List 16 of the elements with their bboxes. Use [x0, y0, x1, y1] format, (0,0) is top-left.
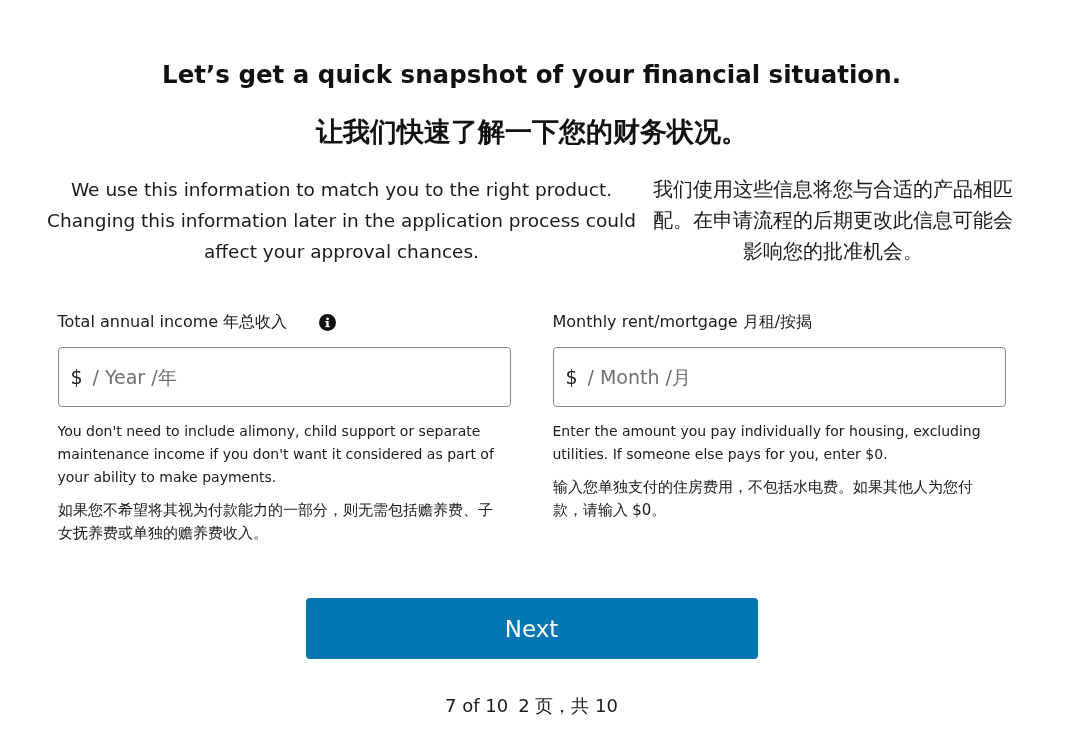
step-counter: 2 页，共 10 — [518, 694, 618, 718]
step-counter: 7 of 10 — [445, 694, 509, 718]
help-text: You don't need to include alimony, child support or separate maintenance income if you don't want it considered as part of your ability to make payments. — [57, 422, 496, 487]
field-label: Total annual income 年总收入 — [57, 311, 288, 333]
page-title: Let’s get a quick snapshot of your financial situation. — [162, 59, 901, 91]
page-title-translation: 让我们快速了解一下您的财务状况。 — [315, 115, 748, 149]
field-label: Monthly rent/mortgage 月租/按揭 — [552, 311, 813, 333]
intro-text: We use this information to match you to the right product. Changing this information later in the application process could affect your approval chances. — [46, 178, 637, 264]
help-text: 如果您不希望将其视为付款能力的一部分，则无需包括赡养费、子女抚养费或单独的赡养费收入。 — [57, 500, 494, 544]
help-text: Enter the amount you pay individually for housing, excluding utilities. If someone else pays for you, enter $0. — [552, 422, 982, 464]
info-icon[interactable] — [319, 313, 337, 331]
help-text: 输入您单独支付的住房费用，不包括水电费。如果其他人为您付款，请输入 $0。 — [552, 477, 974, 521]
next-button[interactable]: Next — [305, 598, 758, 659]
currency-symbol: $ — [565, 365, 578, 389]
currency-symbol: $ — [70, 365, 83, 389]
intro-text-translation: 我们使用这些信息将您与合适的产品相匹配。在申请流程的后期更改此信息可能会影响您的批准机会。 — [651, 177, 1014, 265]
